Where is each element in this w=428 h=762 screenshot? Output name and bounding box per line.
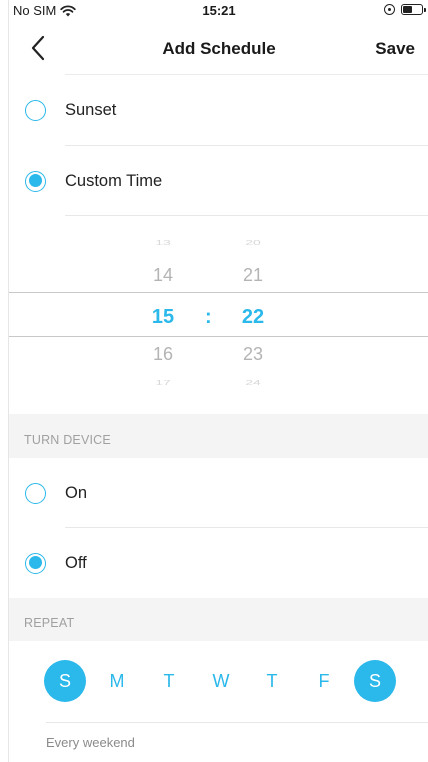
hour-option[interactable]: 17 bbox=[133, 378, 193, 387]
radio-off[interactable] bbox=[25, 552, 46, 574]
minute-selected[interactable]: 22 bbox=[223, 306, 283, 329]
minute-option[interactable]: 21 bbox=[223, 265, 283, 286]
day-tuesday[interactable]: T bbox=[148, 660, 190, 702]
orientation-lock-icon bbox=[384, 4, 395, 15]
status-time: 15:21 bbox=[202, 3, 236, 18]
hour-option[interactable]: 16 bbox=[133, 344, 193, 365]
day-thursday[interactable]: T bbox=[251, 660, 293, 702]
section-header-repeat: REPEAT bbox=[9, 598, 428, 641]
status-right bbox=[384, 4, 426, 15]
add-schedule-screen: No SIM 15:21 Add Schedule Save Sunset Cu… bbox=[8, 0, 428, 762]
day-sunday[interactable]: S bbox=[44, 660, 86, 702]
nav-bar: Add Schedule Save bbox=[9, 22, 428, 74]
day-selector: S M T W T F S bbox=[9, 660, 428, 708]
radio-custom-time[interactable] bbox=[25, 170, 46, 192]
picker-selection-top-line bbox=[9, 292, 428, 293]
section-title: REPEAT bbox=[24, 616, 75, 630]
minute-option[interactable]: 24 bbox=[223, 378, 283, 387]
battery-icon bbox=[401, 4, 426, 15]
hour-option[interactable]: 14 bbox=[133, 265, 193, 286]
page-title: Add Schedule bbox=[162, 39, 276, 58]
section-title: TURN DEVICE bbox=[24, 433, 111, 447]
option-on[interactable]: On bbox=[9, 458, 428, 528]
repeat-summary: Every weekend bbox=[46, 735, 135, 750]
option-label-custom-time: Custom Time bbox=[65, 171, 163, 190]
option-custom-time[interactable]: Custom Time bbox=[9, 146, 428, 216]
minute-option[interactable]: 23 bbox=[223, 344, 283, 365]
day-wednesday[interactable]: W bbox=[200, 660, 242, 702]
picker-selection-bottom-line bbox=[9, 336, 428, 337]
status-bar: No SIM 15:21 bbox=[9, 0, 428, 22]
day-saturday[interactable]: S bbox=[354, 660, 396, 702]
radio-sunset[interactable] bbox=[25, 99, 46, 121]
option-sunset[interactable]: Sunset bbox=[9, 75, 428, 145]
option-off[interactable]: Off bbox=[9, 528, 428, 598]
radio-on[interactable] bbox=[25, 482, 46, 504]
hour-selected[interactable]: 15 bbox=[133, 306, 193, 329]
repeat-divider bbox=[46, 722, 428, 723]
option-label-sunset: Sunset bbox=[65, 100, 117, 119]
time-separator: : bbox=[205, 306, 212, 328]
option-label-on: On bbox=[65, 483, 88, 502]
save-button[interactable]: Save bbox=[375, 39, 415, 59]
time-picker[interactable]: 13 14 15 16 17 : 20 21 22 23 24 bbox=[9, 216, 428, 414]
option-label-off: Off bbox=[65, 553, 87, 572]
hour-option[interactable]: 13 bbox=[133, 238, 193, 247]
day-monday[interactable]: M bbox=[96, 660, 138, 702]
section-header-turn-device: TURN DEVICE bbox=[9, 414, 428, 458]
minute-option[interactable]: 20 bbox=[223, 238, 283, 247]
day-friday[interactable]: F bbox=[303, 660, 345, 702]
